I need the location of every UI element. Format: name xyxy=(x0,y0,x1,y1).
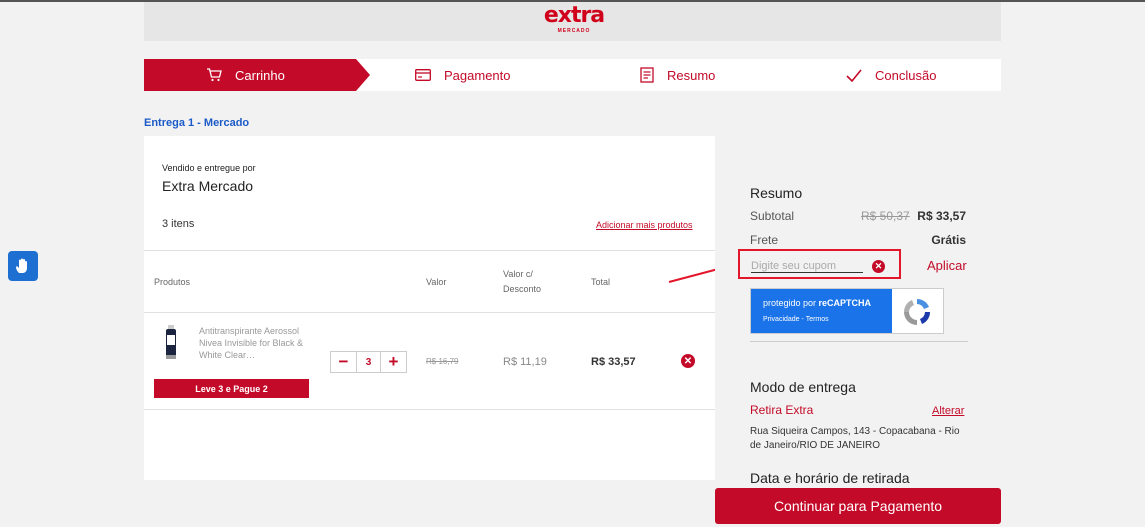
close-icon: ✕ xyxy=(683,355,693,367)
checkout-steps: Carrinho Pagamento Resumo Conclusão xyxy=(144,59,1001,91)
item-total: R$ 33,57 xyxy=(591,356,636,368)
step-label: Resumo xyxy=(667,67,716,83)
quantity-stepper: − 3 + xyxy=(330,351,407,373)
summary-panel: Resumo Subtotal R$ 50,37 R$ 33,57 Frete … xyxy=(715,136,1001,527)
summary-title: Resumo xyxy=(750,185,803,201)
close-icon: ✕ xyxy=(874,261,883,271)
col-products: Produtos xyxy=(154,277,191,287)
recaptcha-widget[interactable]: protegido por reCAPTCHA Privacidade - Te… xyxy=(750,288,944,334)
table-header: Produtos Valor Valor c/ Desconto Total xyxy=(144,250,715,313)
recaptcha-icon xyxy=(904,299,930,325)
recaptcha-badge: protegido por reCAPTCHA Privacidade - Te… xyxy=(751,289,892,333)
delivery-address: Rua Siqueira Campos, 143 - Copacabana - … xyxy=(750,426,960,451)
discount-price: R$ 11,19 xyxy=(503,356,547,368)
active-step-arrow xyxy=(356,59,370,91)
promo-badge: Leve 3 e Pague 2 xyxy=(154,379,309,398)
card-icon xyxy=(415,69,431,81)
seller-label: Vendido e entregue por xyxy=(162,163,256,173)
alter-delivery-link[interactable]: Alterar xyxy=(932,405,964,417)
product-name[interactable]: Antitranspirante Aerossol Nivea Invisibl… xyxy=(199,325,311,361)
decrease-button[interactable]: − xyxy=(331,352,356,372)
item-count: 3 itens xyxy=(162,218,195,230)
product-image xyxy=(166,325,176,359)
subtotal-old: R$ 50,37 xyxy=(861,209,910,223)
extra-logo[interactable]: extra MERCADO xyxy=(543,4,605,40)
step-label: Conclusão xyxy=(875,67,937,83)
continue-to-payment-button[interactable]: Continuar para Pagamento xyxy=(715,488,1001,524)
remove-item-button[interactable]: ✕ xyxy=(681,354,695,368)
col-total: Total xyxy=(591,277,611,287)
coupon-input[interactable] xyxy=(751,259,863,273)
accessibility-hand-icon[interactable] xyxy=(8,251,38,281)
clear-coupon-button[interactable]: ✕ xyxy=(872,260,885,273)
check-icon xyxy=(846,68,862,82)
old-price: R$ 16,79 xyxy=(426,357,459,366)
table-row: Antitranspirante Aerossol Nivea Invisibl… xyxy=(144,313,715,410)
logo-subtext: MERCADO xyxy=(557,28,591,34)
quantity-value: 3 xyxy=(356,352,381,372)
step-carrinho[interactable]: Carrinho xyxy=(206,59,285,91)
step-resumo[interactable]: Resumo xyxy=(640,59,715,91)
receipt-icon xyxy=(640,67,654,83)
pickup-date-title: Data e horário de retirada xyxy=(750,470,910,486)
subtotal-value: R$ 33,57 xyxy=(917,209,966,223)
step-label: Carrinho xyxy=(235,67,285,83)
recaptcha-text: protegido por reCAPTCHA xyxy=(763,298,872,308)
delivery-title: Entrega 1 - Mercado xyxy=(144,117,250,129)
col-value: Valor xyxy=(426,277,447,287)
coupon-highlight: ✕ xyxy=(738,249,901,279)
add-more-products-link[interactable]: Adicionar mais produtos xyxy=(596,220,693,230)
subtotal-label: Subtotal xyxy=(750,209,795,223)
recaptcha-links[interactable]: Privacidade - Termos xyxy=(763,316,829,323)
delivery-mode-title: Modo de entrega xyxy=(750,379,856,395)
seller-name: Extra Mercado xyxy=(162,178,254,194)
summary-divider xyxy=(750,341,968,342)
step-label: Pagamento xyxy=(444,67,511,83)
apply-coupon-button[interactable]: Aplicar xyxy=(927,258,967,273)
shipping-value: Grátis xyxy=(931,233,966,247)
col-discount-value: Valor c/ Desconto xyxy=(503,269,542,294)
delivery-mode-name: Retira Extra xyxy=(750,403,814,417)
step-pagamento[interactable]: Pagamento xyxy=(415,59,511,91)
increase-button[interactable]: + xyxy=(381,352,406,372)
step-conclusao[interactable]: Conclusão xyxy=(846,59,936,91)
cart-icon xyxy=(207,68,222,82)
logo-text: extra xyxy=(543,3,605,28)
shipping-label: Frete xyxy=(750,233,779,247)
cart-panel: Vendido e entregue por Extra Mercado 3 i… xyxy=(144,136,715,480)
hand-icon xyxy=(16,258,27,273)
